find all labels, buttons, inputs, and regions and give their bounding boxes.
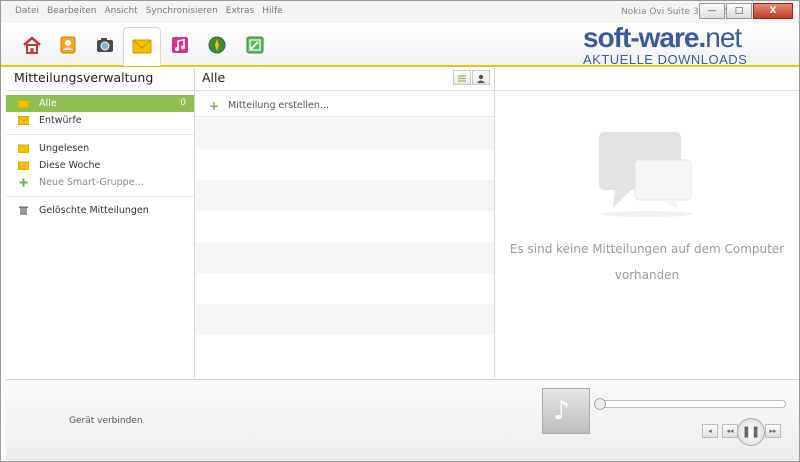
watermark: soft-ware.net AKTUELLE DOWNLOADS <box>583 23 793 69</box>
maps-icon <box>208 36 226 54</box>
window-controls: — □ X <box>698 3 793 19</box>
folder-icon <box>18 161 29 170</box>
minimize-button[interactable]: — <box>699 3 725 19</box>
menu: Datei Bearbeiten Ansicht Synchronisieren… <box>15 6 283 16</box>
status-bar: Gerät verbinden ♪ ◂ ◂◂ ❚❚ ▸▸ <box>6 379 799 461</box>
music-button[interactable] <box>165 31 193 59</box>
volume-button[interactable]: ◂ <box>702 424 718 438</box>
music-icon <box>172 37 188 53</box>
home-button[interactable] <box>17 31 45 59</box>
divider <box>6 196 194 197</box>
folder-panel-title: Mitteilungsverwaltung <box>6 68 194 91</box>
folder-item-ungelesen[interactable]: Ungelesen <box>6 140 194 157</box>
list-row <box>195 180 494 211</box>
menu-extras[interactable]: Extras <box>226 6 254 16</box>
plus-icon: + <box>209 99 220 113</box>
list-row <box>195 149 494 180</box>
watermark-brand: soft-ware.net <box>583 22 742 53</box>
menu-bar: Datei Bearbeiten Ansicht Synchronisieren… <box>1 1 799 23</box>
album-art: ♪ <box>542 388 590 434</box>
contacts-icon <box>60 36 76 54</box>
folder-item-geloeschte[interactable]: Gelöschte Mitteilungen <box>6 202 194 219</box>
message-preview-panel: Es sind keine Mitteilungen auf dem Compu… <box>495 68 799 378</box>
next-track-button[interactable]: ▸▸ <box>765 424 781 438</box>
notes-button[interactable] <box>240 31 268 59</box>
folder-panel: Mitteilungsverwaltung Alle 0 Entwürfe Un… <box>6 68 195 378</box>
view-toggle <box>452 70 490 85</box>
menu-ansicht[interactable]: Ansicht <box>104 6 137 16</box>
menu-datei[interactable]: Datei <box>15 6 39 16</box>
music-note-icon: ♪ <box>553 396 570 426</box>
new-smart-group-link[interactable]: Neue Smart-Gruppe... <box>6 174 194 191</box>
list-row <box>195 273 494 304</box>
menu-synchronisieren[interactable]: Synchronisieren <box>146 6 218 16</box>
message-list <box>195 118 494 366</box>
previous-track-button[interactable]: ◂◂ <box>722 424 738 438</box>
photos-button[interactable] <box>90 31 118 59</box>
photos-icon <box>97 38 113 52</box>
list-row <box>195 242 494 273</box>
watermark-tagline: AKTUELLE DOWNLOADS <box>583 52 748 67</box>
messages-button[interactable] <box>123 27 161 66</box>
list-view-icon <box>458 75 466 82</box>
folder-icon <box>18 99 29 108</box>
list-row <box>195 335 494 366</box>
trash-icon <box>19 206 28 215</box>
list-row <box>195 304 494 335</box>
folder-item-alle[interactable]: Alle 0 <box>6 95 194 112</box>
app-window: Datei Bearbeiten Ansicht Synchronisieren… <box>0 0 800 462</box>
play-pause-button[interactable]: ❚❚ <box>737 418 765 446</box>
list-row <box>195 211 494 242</box>
contacts-button[interactable] <box>53 31 81 59</box>
plus-icon <box>19 178 28 187</box>
create-message-button[interactable]: + Mitteilung erstellen... <box>195 96 494 117</box>
message-list-panel: Alle + Mitteilung erstellen... <box>195 68 495 378</box>
messages-icon <box>132 39 152 54</box>
list-row <box>195 118 494 149</box>
seek-slider[interactable] <box>594 398 786 410</box>
notes-icon <box>246 36 264 54</box>
speech-bubbles-icon <box>599 132 693 217</box>
folder-icon <box>18 144 29 153</box>
connect-device-link[interactable]: Gerät verbinden <box>69 416 143 426</box>
list-view-button[interactable] <box>453 70 471 85</box>
folder-item-diese-woche[interactable]: Diese Woche <box>6 157 194 174</box>
contact-view-button[interactable] <box>472 70 490 85</box>
envelope-icon <box>18 116 29 125</box>
maps-button[interactable] <box>202 31 230 59</box>
seek-handle[interactable] <box>594 398 606 410</box>
home-icon <box>23 36 41 54</box>
folder-item-entwuerfe[interactable]: Entwürfe <box>6 112 194 129</box>
preview-header <box>495 68 799 91</box>
divider <box>6 134 194 135</box>
menu-hilfe[interactable]: Hilfe <box>262 6 282 16</box>
message-list-title: Alle <box>195 68 494 91</box>
close-button[interactable]: X <box>753 3 793 19</box>
person-icon <box>477 74 485 83</box>
empty-state-message: Es sind keine Mitteilungen auf dem Compu… <box>509 242 785 282</box>
menu-bearbeiten[interactable]: Bearbeiten <box>47 6 96 16</box>
maximize-button[interactable]: □ <box>726 3 752 19</box>
folder-count: 0 <box>180 98 186 108</box>
